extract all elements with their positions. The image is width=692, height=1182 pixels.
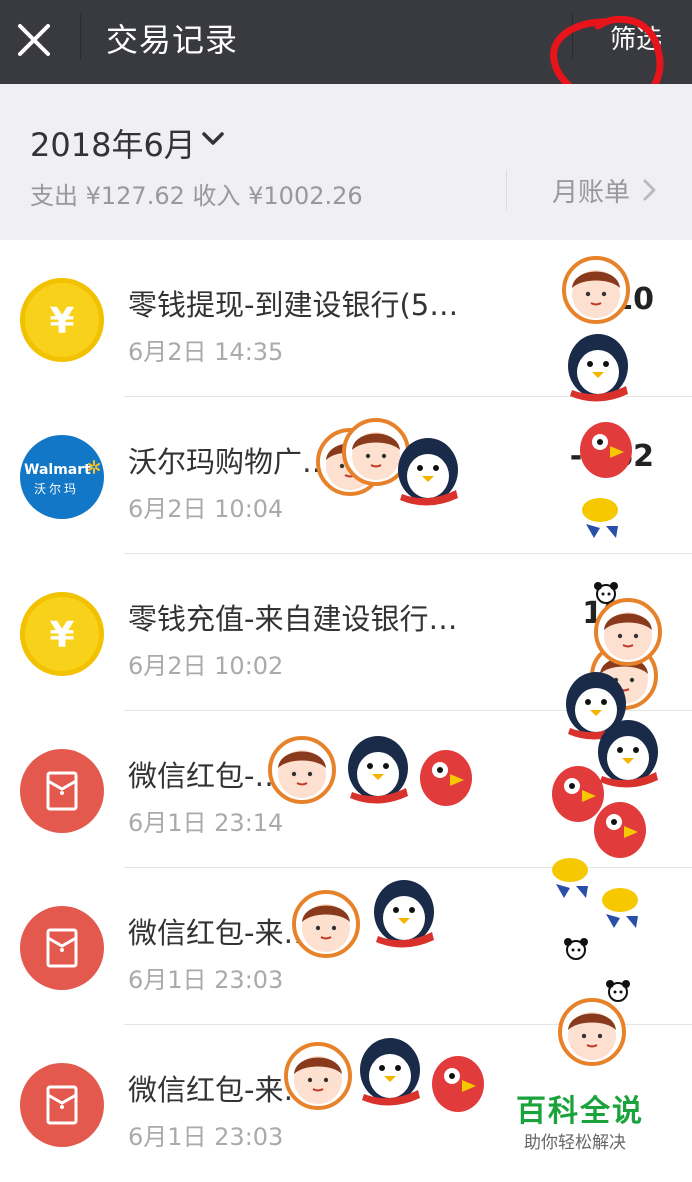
watermark-badge: 百科全说 助你轻松解决 — [506, 1070, 692, 1174]
watermark-title: 百科全说 — [516, 1094, 644, 1129]
sticker-overlay — [268, 256, 662, 1112]
watermark-subtitle: 助你轻松解决 — [524, 1133, 626, 1153]
